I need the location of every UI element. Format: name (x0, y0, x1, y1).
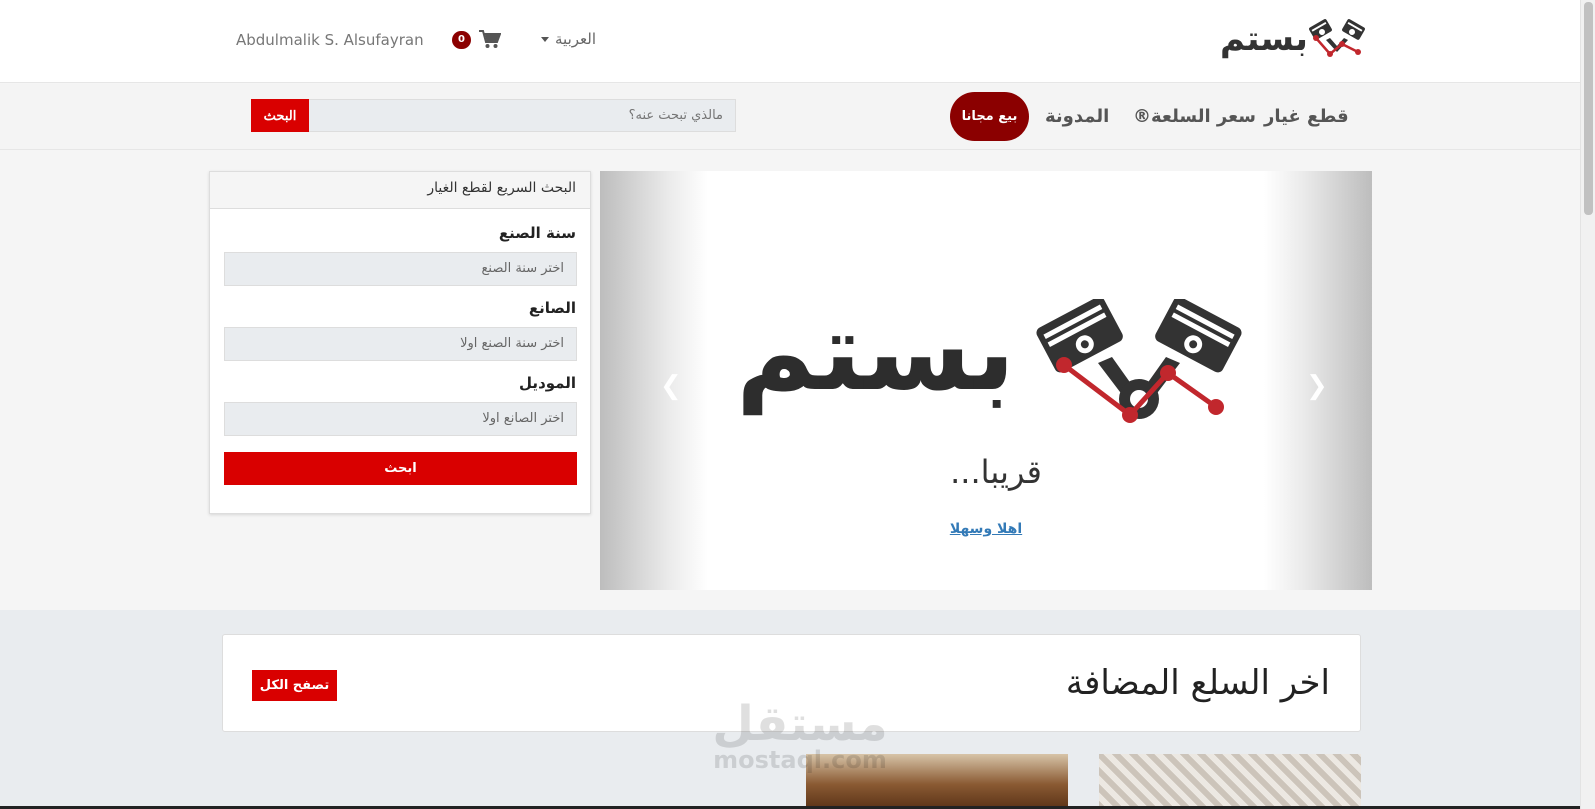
manufacturer-label: الصانع (528, 299, 576, 317)
main-navbar: قطع غيار سعر السلعة® المدونة بيع مجانا ا… (0, 84, 1580, 150)
top-header: بستم العربية 0 Abdulmalik S. Alsufayran (0, 0, 1580, 83)
welcome-link[interactable]: اهلا وسهلا (600, 521, 1372, 537)
model-select[interactable]: اختر الصانع اولا (224, 402, 577, 436)
page-scrollbar[interactable] (1580, 0, 1595, 809)
search-button[interactable]: البحث (251, 99, 309, 132)
model-label: الموديل (519, 374, 576, 392)
manufacturer-select[interactable]: اختر سنة الصنع اولا (224, 327, 577, 361)
chevron-right-icon[interactable]: ❯ (1306, 371, 1328, 401)
site-logo[interactable]: بستم (1218, 16, 1366, 62)
nav-item-blog[interactable]: المدونة (1045, 106, 1109, 127)
carousel-caption: قريبا... (950, 453, 1042, 491)
language-dropdown[interactable]: العربية (541, 30, 596, 48)
quick-search-panel: البحث السريع لقطع الغيار سنة الصنع اختر … (209, 171, 591, 514)
scrollbar-thumb[interactable] (1584, 2, 1593, 215)
hero-logo-text: بستم (736, 290, 1017, 415)
piston-logo-icon (1308, 19, 1365, 57)
cart-button[interactable]: 0 (452, 30, 501, 49)
logo-text: بستم (1220, 19, 1308, 59)
year-select[interactable]: اختر سنة الصنع (224, 252, 577, 286)
cart-count-badge: 0 (452, 30, 471, 49)
shopping-cart-icon (479, 30, 501, 48)
quick-search-submit-button[interactable]: ابحث (224, 452, 577, 485)
chevron-left-icon[interactable]: ❮ (660, 371, 682, 401)
year-label: سنة الصنع (498, 224, 576, 242)
watermark-arabic: مستقل (712, 696, 888, 752)
search-bar: البحث (251, 99, 736, 132)
search-input[interactable] (309, 99, 736, 132)
chevron-down-icon (541, 36, 549, 42)
watermark-latin: mostaql.com (713, 746, 887, 774)
watermark: مستقل mostaql.com (700, 700, 900, 780)
sell-free-button[interactable]: بيع مجانا (950, 92, 1029, 141)
user-account-link[interactable]: Abdulmalik S. Alsufayran (236, 31, 424, 49)
language-label: العربية (555, 30, 596, 48)
browse-all-button[interactable]: تصفح الكل (252, 670, 337, 701)
latest-title: اخر السلع المضافة (1065, 663, 1330, 703)
hero-carousel: ❮ ❯ بستم قريبا... اهلا وسهلا (600, 171, 1372, 590)
product-thumbnail[interactable] (1099, 754, 1361, 809)
nav-item-spare-parts[interactable]: قطع غيار (1264, 106, 1349, 127)
piston-hero-icon (1036, 299, 1242, 423)
nav-item-price[interactable]: سعر السلعة® (1133, 106, 1256, 127)
quick-search-title: البحث السريع لقطع الغيار (210, 172, 590, 209)
